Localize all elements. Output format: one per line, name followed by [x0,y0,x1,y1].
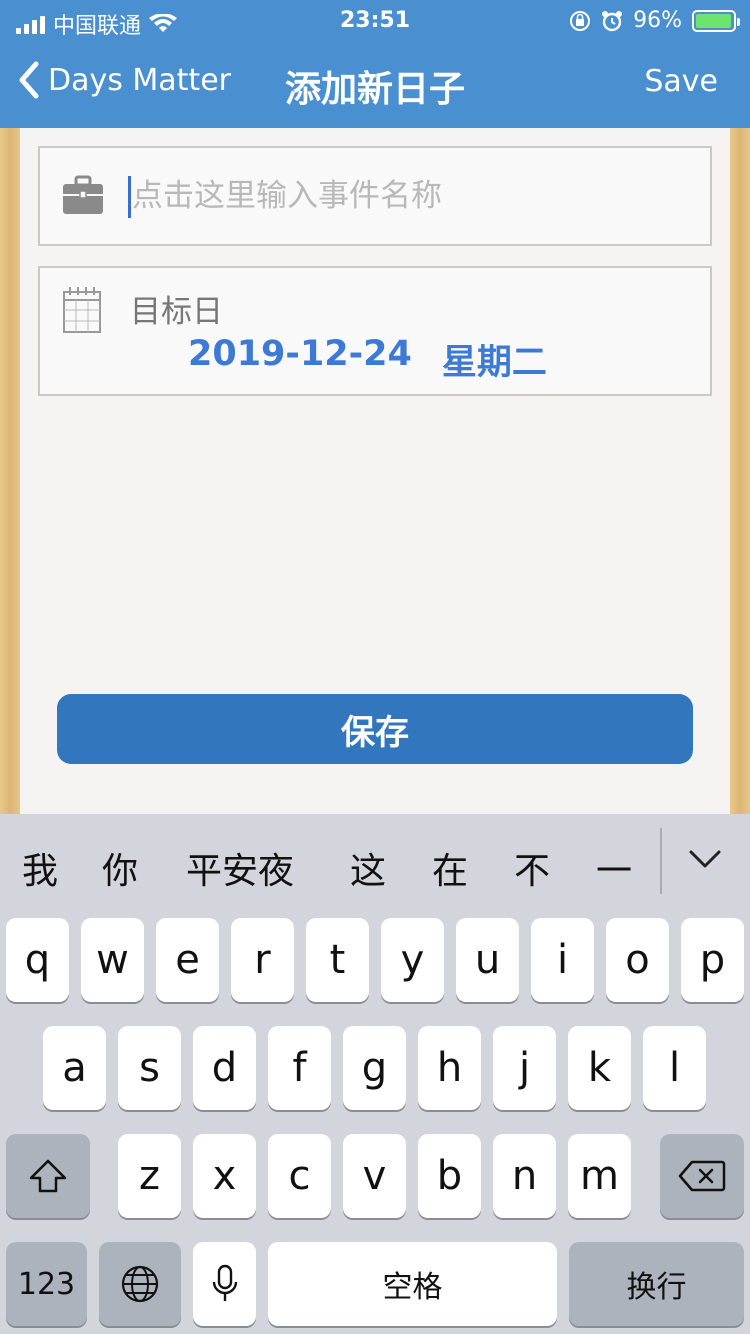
key-t[interactable]: t [306,918,369,1002]
orientation-lock-icon [570,10,591,31]
event-name-input[interactable] [132,170,692,222]
candidate-item[interactable]: 我 [22,842,58,894]
candidate-item[interactable]: 你 [102,842,138,894]
keyboard: 我 你 平安夜 这 在 不 一 q w e r t y u i o p a s … [0,814,750,1334]
candidate-bar: 我 你 平安夜 这 在 不 一 [0,814,750,916]
battery-percent: 96% [633,8,682,33]
key-z[interactable]: z [118,1134,181,1218]
microphone-icon [212,1264,237,1301]
key-y[interactable]: y [381,918,444,1002]
key-a[interactable]: a [43,1026,106,1110]
wood-background-left [0,128,20,814]
date-text: 2019-12-24 [188,334,412,374]
candidate-item[interactable]: 一 [596,842,632,894]
key-v[interactable]: v [343,1134,406,1218]
key-q[interactable]: q [6,918,69,1002]
key-r[interactable]: r [231,918,294,1002]
key-s[interactable]: s [118,1026,181,1110]
return-key[interactable]: 换行 [569,1242,744,1326]
calendar-icon [63,287,101,333]
key-h[interactable]: h [418,1026,481,1110]
candidate-item[interactable]: 这 [350,842,386,894]
event-name-card[interactable] [38,146,712,246]
key-j[interactable]: j [493,1026,556,1110]
text-cursor [128,176,131,218]
key-u[interactable]: u [456,918,519,1002]
key-n[interactable]: n [493,1134,556,1218]
numbers-key[interactable]: 123 [6,1242,87,1326]
globe-key[interactable] [99,1242,181,1326]
key-g[interactable]: g [343,1026,406,1110]
key-c[interactable]: c [268,1134,331,1218]
globe-icon [121,1265,159,1303]
page-title: 添加新日子 [284,69,465,110]
key-i[interactable]: i [531,918,594,1002]
key-l[interactable]: l [643,1026,706,1110]
candidate-item[interactable]: 平安夜 [186,842,294,894]
shift-icon [29,1159,67,1193]
shift-key[interactable] [6,1134,90,1218]
target-date-value[interactable]: 2019-12-24 星期二 [188,334,547,385]
key-b[interactable]: b [418,1134,481,1218]
key-p[interactable]: p [681,918,744,1002]
key-w[interactable]: w [81,918,144,1002]
target-date-label: 目标日 [130,294,223,330]
status-bar: 中国联通 23:51 96% [0,0,750,40]
nav-save-button[interactable]: Save [644,64,718,99]
key-o[interactable]: o [606,918,669,1002]
microphone-key[interactable] [193,1242,256,1326]
backspace-icon [678,1160,726,1192]
key-f[interactable]: f [268,1026,331,1110]
save-button[interactable]: 保存 [57,694,693,764]
key-d[interactable]: d [193,1026,256,1110]
backspace-key[interactable] [660,1134,744,1218]
space-key[interactable]: 空格 [268,1242,557,1326]
chevron-down-icon[interactable] [688,848,722,870]
key-x[interactable]: x [193,1134,256,1218]
key-e[interactable]: e [156,918,219,1002]
battery-icon [692,9,740,32]
key-k[interactable]: k [568,1026,631,1110]
candidate-item[interactable]: 在 [432,842,468,894]
weekday-text: 星期二 [441,343,547,383]
target-date-card[interactable]: 目标日 2019-12-24 星期二 [38,266,712,396]
candidate-divider [660,828,662,894]
wood-background-right [730,128,750,814]
alarm-icon [602,10,623,31]
battery-fill [696,13,731,28]
briefcase-icon [63,175,103,214]
candidate-item[interactable]: 不 [514,842,550,894]
form-panel: 目标日 2019-12-24 星期二 保存 [20,128,730,814]
key-m[interactable]: m [568,1134,631,1218]
status-right: 96% [569,8,740,33]
nav-bar: Days Matter 添加新日子 Save [0,40,750,128]
top-bar: 中国联通 23:51 96% Days Matter 添加新日子 Save [0,0,750,128]
